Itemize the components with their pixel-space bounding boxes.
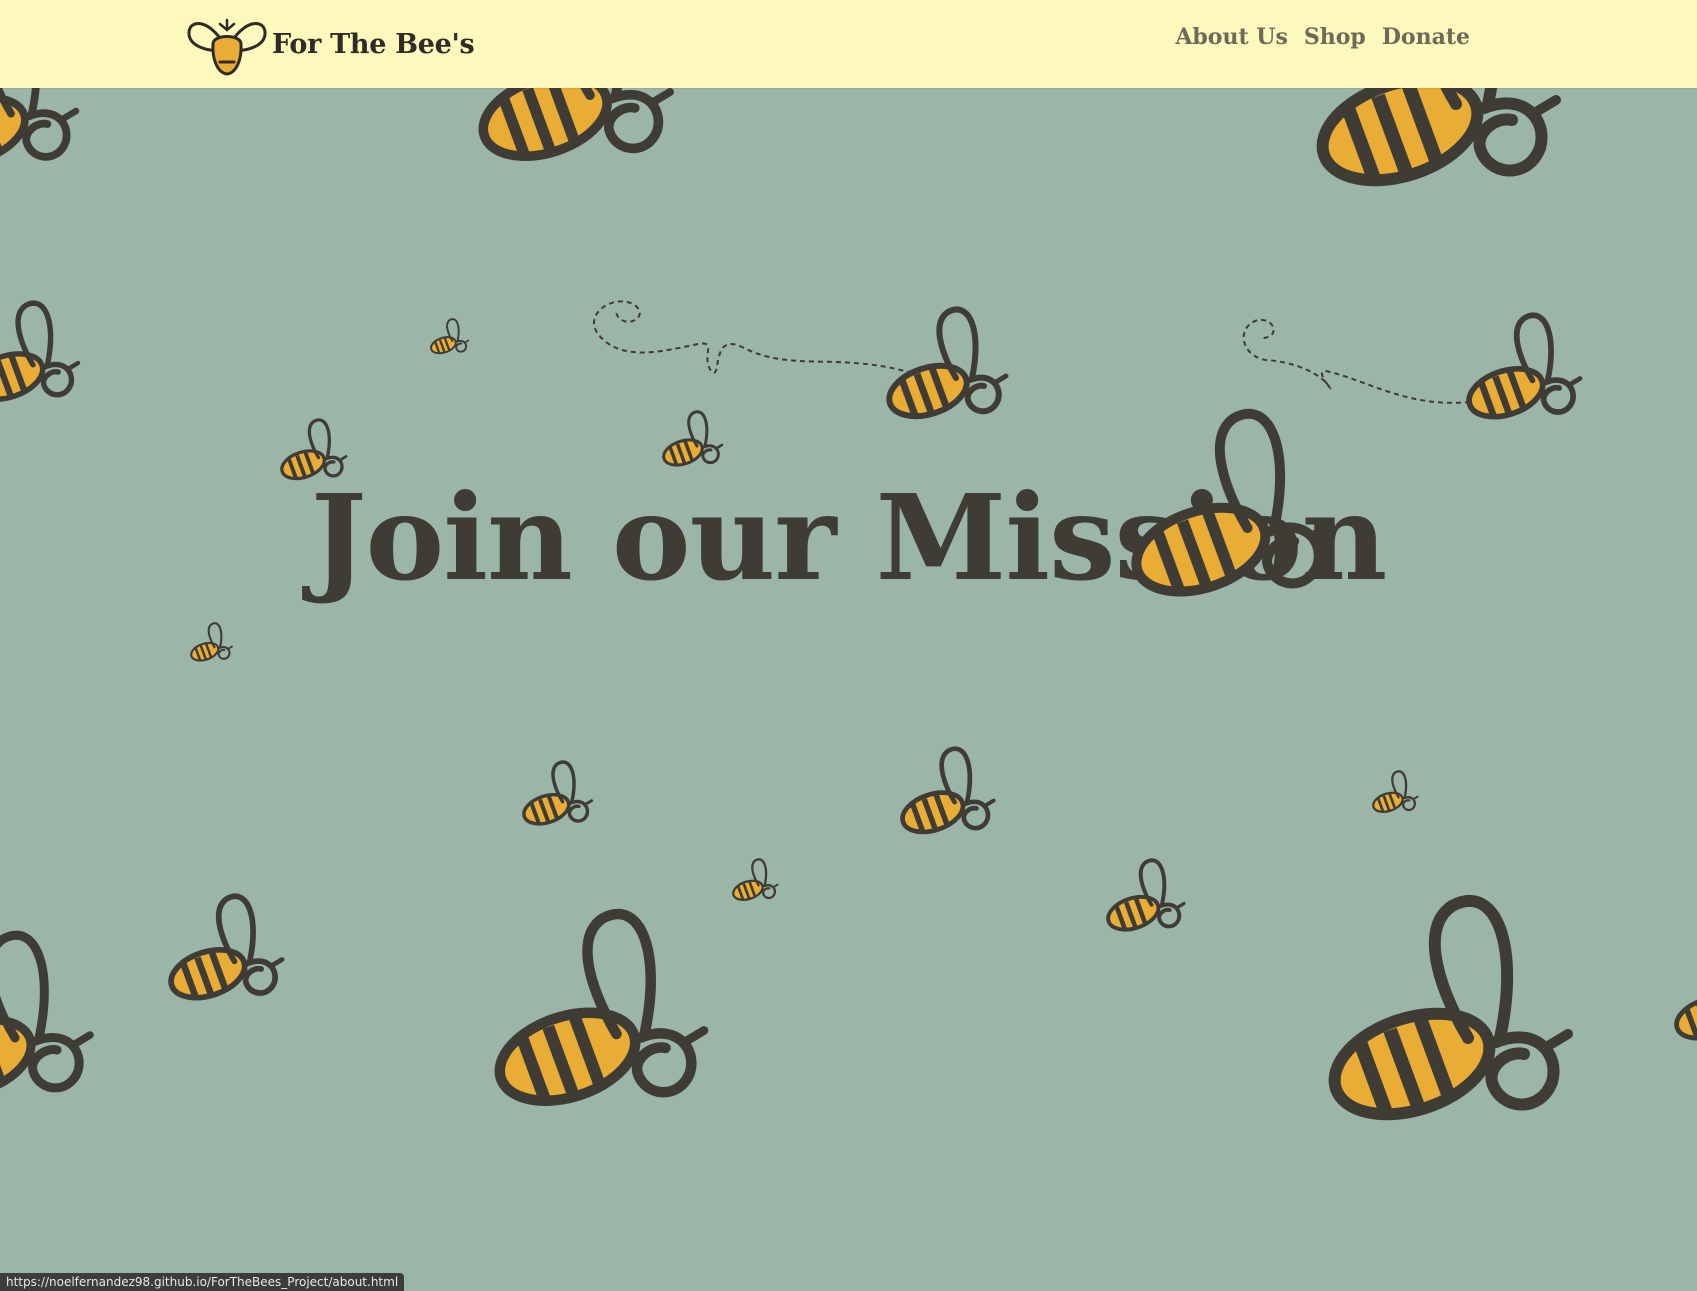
nav-donate-link[interactable]: Donate <box>1382 24 1470 50</box>
bee-icon <box>898 749 994 839</box>
bee-icon <box>883 309 1006 425</box>
link-status-bar: https://noelfernandez98.github.io/ForThe… <box>0 1273 405 1291</box>
flight-trail-decoration <box>593 300 1471 404</box>
top-navbar: For The Bee's About Us Shop Donate <box>0 0 1697 88</box>
bee-icon <box>488 914 704 1117</box>
bee-icon <box>660 412 722 470</box>
bee-logo-icon <box>187 18 267 76</box>
bee-icon <box>1671 953 1697 1046</box>
main-nav: About Us Shop Donate <box>1175 24 1470 50</box>
brand-name[interactable]: For The Bee's <box>272 29 475 60</box>
bee-icon <box>1104 860 1184 935</box>
bee-icon <box>731 859 778 903</box>
bee-icon <box>1371 771 1418 815</box>
bee-icon <box>429 319 468 356</box>
bee-icon <box>520 762 591 829</box>
bee-icon <box>0 935 90 1109</box>
bee-icon <box>0 303 78 407</box>
bee-icon <box>1310 88 1556 198</box>
bee-icon <box>165 896 282 1006</box>
nav-about-us-link[interactable]: About Us <box>1175 24 1288 50</box>
hero-title: Join our Mission <box>310 468 1388 607</box>
bee-icon <box>1463 315 1580 425</box>
bee-icon <box>189 623 232 664</box>
nav-shop-link[interactable]: Shop <box>1304 24 1366 50</box>
bee-icon <box>1130 408 1340 608</box>
bee-icon <box>1322 901 1568 1133</box>
brand-home-link[interactable]: For The Bee's <box>186 10 475 78</box>
bee-icon <box>473 88 670 171</box>
bee-icon <box>0 88 76 175</box>
bee-pattern-background <box>0 88 1697 1291</box>
